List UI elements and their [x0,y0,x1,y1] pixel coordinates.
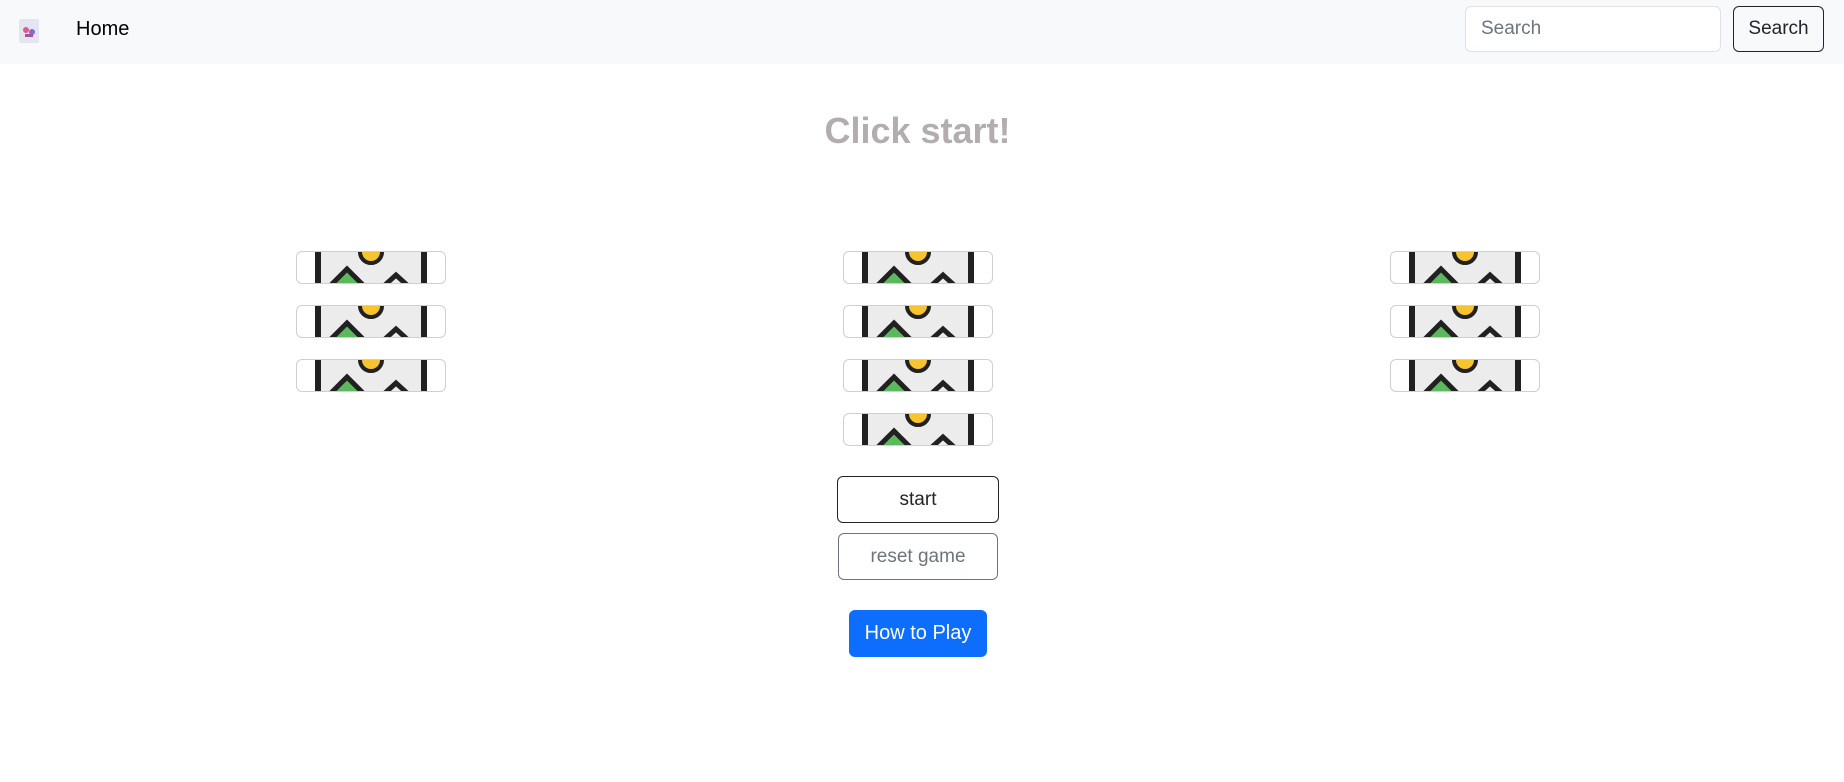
tower-middle-3[interactable] [843,359,993,392]
tower-right-1[interactable] [1390,251,1540,284]
image-placeholder-icon [844,360,992,391]
image-placeholder-icon [297,252,445,283]
search-input[interactable] [1465,6,1721,52]
image-placeholder-icon [844,306,992,337]
tower-middle-2[interactable] [843,305,993,338]
tower-left-3[interactable] [296,359,446,392]
app-logo-icon[interactable] [19,19,39,43]
image-placeholder-icon [297,306,445,337]
search-button[interactable]: Search [1733,6,1824,52]
tower-right-2[interactable] [1390,305,1540,338]
image-placeholder-icon [1391,306,1539,337]
tower-middle-4[interactable] [843,413,993,446]
image-placeholder-icon [1391,360,1539,391]
tower-middle-1[interactable] [843,251,993,284]
tower-right-3[interactable] [1390,359,1540,392]
tower-left-1[interactable] [296,251,446,284]
image-placeholder-icon [844,414,992,445]
how-to-play-button[interactable]: How to Play [849,610,987,657]
top-navbar: Home Search [0,0,1844,64]
tower-left-2[interactable] [296,305,446,338]
nav-home-link[interactable]: Home [76,18,129,41]
image-placeholder-icon [844,252,992,283]
image-placeholder-icon [297,360,445,391]
reset-game-button[interactable]: reset game [838,533,998,580]
game-status-title: Click start! [824,110,1011,151]
start-button[interactable]: start [837,476,999,523]
image-placeholder-icon [1391,252,1539,283]
